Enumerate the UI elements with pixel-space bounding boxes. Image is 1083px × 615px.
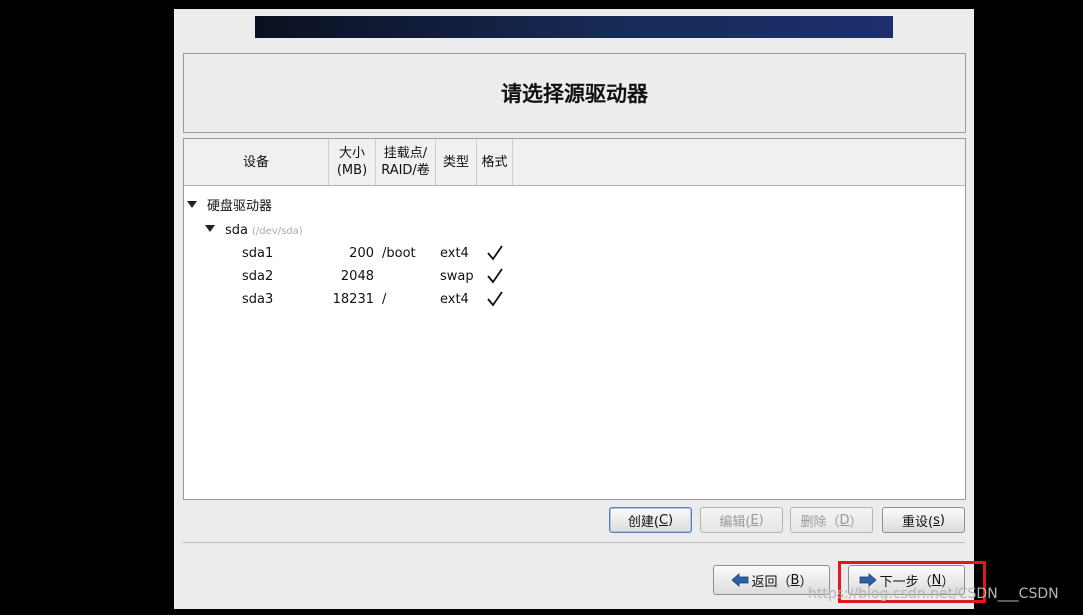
format-check-icon[interactable] [486,267,504,285]
partition-size: 18231 [332,292,374,307]
tree-group-hard-drives[interactable]: 硬盘驱动器 [187,197,272,217]
delete-button[interactable]: 删除（ D） [790,507,873,533]
partition-type: ext4 [440,246,469,261]
page-title: 请选择源驱动器 [501,82,648,106]
reset-button[interactable]: 重设(s) [882,507,965,533]
column-header-mount[interactable]: 挂载点/ RAID/卷 [376,139,436,185]
create-button[interactable]: 创建(C) [609,507,692,533]
divider [183,542,965,543]
partition-device: sda3 [242,292,274,307]
header-banner [255,16,893,38]
partition-mount: / [382,292,387,307]
partition-device: sda1 [242,246,274,261]
expander-icon[interactable] [187,201,197,208]
column-header-size[interactable]: 大小 (MB) [329,139,376,185]
expander-icon[interactable] [205,225,215,232]
partition-size: 200 [349,246,374,261]
watermark: https://blog.csdn.net/CSDN___CSDN [808,586,1059,602]
edit-button[interactable]: 编辑(E) [700,507,783,533]
format-check-icon[interactable] [486,290,504,308]
arrow-left-icon [730,573,748,587]
title-panel: 请选择源驱动器 [183,53,966,133]
partition-tree[interactable]: 设备 大小 (MB) 挂载点/ RAID/卷 类型 格式 硬盘驱动器 sda (/… [183,138,966,500]
format-check-icon[interactable] [486,244,504,262]
partition-type: swap [440,269,474,284]
column-header-type[interactable]: 类型 [436,139,477,185]
table-header: 设备 大小 (MB) 挂载点/ RAID/卷 类型 格式 [184,139,965,186]
column-header-device[interactable]: 设备 [184,139,329,185]
partition-mount: /boot [382,246,416,261]
tree-drive-sda[interactable]: sda (/dev/sda) [205,221,303,241]
installer-window: 请选择源驱动器 设备 大小 (MB) 挂载点/ RAID/卷 类型 格式 硬盘驱… [174,9,974,609]
partition-size: 2048 [340,269,374,284]
partition-type: ext4 [440,292,469,307]
column-header-format[interactable]: 格式 [477,139,513,185]
partition-device: sda2 [242,269,274,284]
